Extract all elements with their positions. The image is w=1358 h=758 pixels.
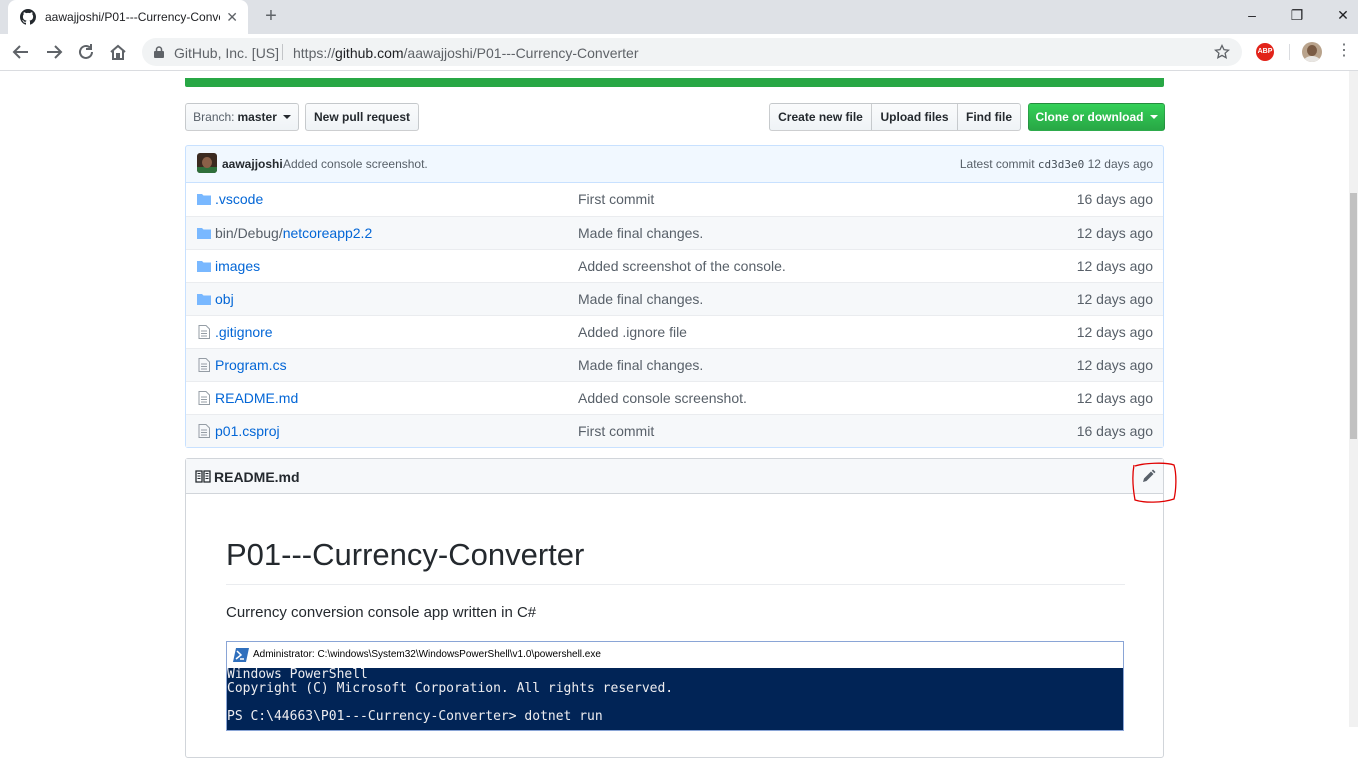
file-name-link[interactable]: images	[215, 258, 260, 274]
readme-description: Currency conversion console app written …	[226, 604, 537, 621]
file-age: 12 days ago	[1076, 225, 1153, 241]
book-icon	[195, 470, 211, 483]
file-commit-message[interactable]: Made final changes.	[578, 357, 703, 373]
console-body: Windows PowerShell Copyright (C) Microso…	[227, 667, 1123, 730]
file-icon	[198, 424, 210, 438]
console-line: Windows PowerShell	[227, 667, 368, 682]
latest-commit-bar: aawajjoshi Added console screenshot. Lat…	[185, 145, 1164, 183]
file-list: .vscode First commit 16 days ago bin/Debug/…	[185, 183, 1164, 448]
commit-author[interactable]: aawajjoshi	[222, 157, 283, 171]
tab-close-icon[interactable]: ✕	[226, 9, 238, 26]
file-row: Program.cs Made final changes. 12 days ago	[186, 348, 1163, 381]
file-commit-message[interactable]: First commit	[578, 191, 654, 207]
file-age: 12 days ago	[1076, 291, 1153, 307]
branch-select-button[interactable]: Branch: master	[185, 103, 299, 131]
folder-icon	[197, 261, 211, 272]
forward-icon[interactable]	[43, 41, 65, 63]
file-commit-message[interactable]: Added screenshot of the console.	[578, 258, 786, 274]
file-name-link[interactable]: Program.cs	[215, 357, 287, 373]
lock-icon	[154, 46, 164, 58]
console-line: Copyright (C) Microsoft Corporation. All…	[227, 681, 674, 696]
console-line: PS C:\44663\P01---Currency-Converter> do…	[227, 709, 603, 724]
find-file-button[interactable]: Find file	[957, 103, 1021, 131]
readme-header: README.md	[186, 459, 1163, 494]
commit-author-avatar[interactable]	[197, 153, 217, 173]
file-age: 16 days ago	[1076, 423, 1153, 439]
file-commit-message[interactable]: Added .ignore file	[578, 324, 687, 340]
folder-icon	[197, 228, 211, 239]
file-name-link[interactable]: obj	[215, 291, 234, 307]
folder-icon	[197, 194, 211, 205]
home-icon[interactable]	[107, 41, 129, 63]
readme-title: P01---Currency-Converter	[226, 537, 585, 572]
browser-tab[interactable]: aawajjoshi/P01---Currency-Converter ✕	[8, 0, 248, 34]
new-pull-request-button[interactable]: New pull request	[305, 103, 419, 131]
tab-title: aawajjoshi/P01---Currency-Converter	[45, 10, 220, 24]
file-row: images Added screenshot of the console. 12…	[186, 249, 1163, 282]
file-row: README.md Added console screenshot. 12 day…	[186, 381, 1163, 414]
readme-filename: README.md	[214, 469, 300, 485]
caret-down-icon	[282, 115, 291, 119]
file-commit-message[interactable]: Added console screenshot.	[578, 390, 747, 406]
toolbar-divider	[1289, 44, 1290, 60]
file-age: 12 days ago	[1076, 357, 1153, 373]
file-name-link[interactable]: .gitignore	[215, 324, 273, 340]
red-annotation-circle	[1132, 462, 1177, 503]
address-bar[interactable]: GitHub, Inc. [US] https://github.com/aaw…	[142, 38, 1242, 66]
browser-tabbar: aawajjoshi/P01---Currency-Converter ✕ + …	[0, 0, 1358, 34]
file-icon	[198, 391, 210, 405]
file-name-link[interactable]: README.md	[215, 390, 298, 406]
site-identity[interactable]: GitHub, Inc. [US]	[174, 45, 279, 61]
folder-icon	[197, 294, 211, 305]
console-title: Administrator: C:\windows\System32\Windo…	[253, 649, 601, 660]
commit-message[interactable]: Added console screenshot.	[283, 157, 428, 171]
language-bar[interactable]	[185, 78, 1164, 87]
restore-icon[interactable]: ❐	[1287, 6, 1307, 26]
clone-or-download-button[interactable]: Clone or download	[1028, 103, 1165, 131]
scrollbar-thumb[interactable]	[1350, 193, 1357, 439]
latest-commit-info: Latest commit cd3d3e0 12 days ago	[959, 157, 1153, 171]
caret-down-icon	[1149, 115, 1158, 119]
file-row: obj Made final changes. 12 days ago	[186, 282, 1163, 315]
file-name-link[interactable]: .vscode	[215, 191, 263, 207]
upload-files-button[interactable]: Upload files	[871, 103, 958, 131]
minimize-icon[interactable]: –	[1242, 6, 1262, 26]
back-icon[interactable]	[10, 41, 32, 63]
new-tab-icon[interactable]: +	[260, 6, 282, 28]
file-commit-message[interactable]: Made final changes.	[578, 225, 703, 241]
file-row: .gitignore Added .ignore file 12 days ago	[186, 315, 1163, 348]
omnibox-divider	[282, 44, 283, 60]
console-screenshot: Administrator: C:\windows\System32\Windo…	[226, 641, 1124, 731]
window-close-icon[interactable]: ✕	[1333, 6, 1353, 26]
file-icon	[198, 325, 210, 339]
browser-toolbar: GitHub, Inc. [US] https://github.com/aaw…	[0, 34, 1358, 71]
file-row: p01.csproj First commit 16 days ago	[186, 414, 1163, 447]
bookmark-star-icon[interactable]	[1214, 44, 1230, 60]
github-logo-icon	[20, 9, 36, 25]
readme-title-rule	[226, 584, 1125, 585]
file-age: 12 days ago	[1076, 324, 1153, 340]
adblock-plus-icon[interactable]: ABP	[1256, 43, 1274, 61]
profile-avatar[interactable]	[1302, 42, 1322, 62]
file-icon	[198, 358, 210, 372]
powershell-icon	[233, 648, 249, 662]
file-age: 16 days ago	[1076, 191, 1153, 207]
url-text[interactable]: https://github.com/aawajjoshi/P01---Curr…	[293, 45, 639, 61]
file-commit-message[interactable]: First commit	[578, 423, 654, 439]
file-commit-message[interactable]: Made final changes.	[578, 291, 703, 307]
file-row: .vscode First commit 16 days ago	[186, 183, 1163, 216]
file-age: 12 days ago	[1076, 390, 1153, 406]
file-age: 12 days ago	[1076, 258, 1153, 274]
browser-menu-icon[interactable]: ⋮	[1336, 43, 1352, 61]
file-name-link[interactable]: p01.csproj	[215, 423, 280, 439]
file-row: bin/Debug/netcoreapp2.2 Made final change…	[186, 216, 1163, 249]
file-name-link[interactable]: bin/Debug/netcoreapp2.2	[215, 225, 372, 241]
page-scrollbar[interactable]	[1349, 71, 1358, 727]
commit-sha[interactable]: cd3d3e0	[1038, 158, 1084, 171]
create-new-file-button[interactable]: Create new file	[769, 103, 872, 131]
console-titlebar: Administrator: C:\windows\System32\Windo…	[227, 642, 1123, 668]
reload-icon[interactable]	[75, 41, 97, 63]
